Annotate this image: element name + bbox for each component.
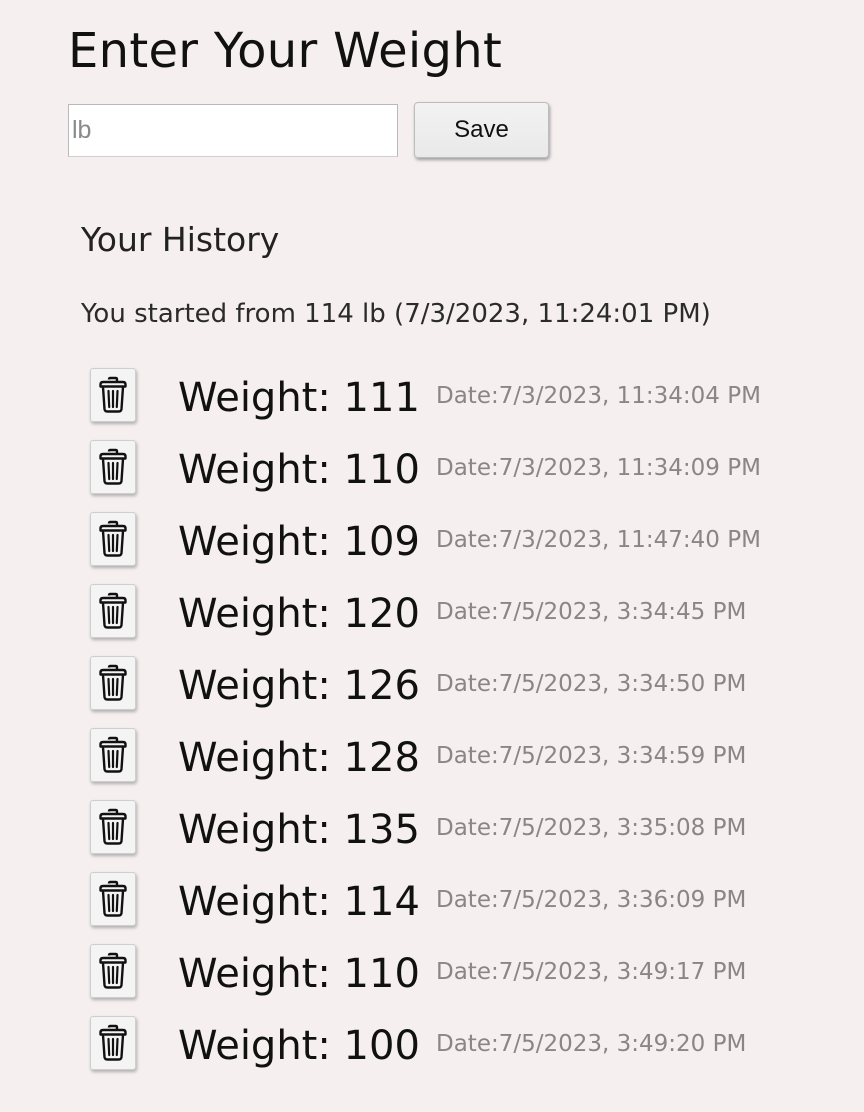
- entry-weight: Weight: 100: [178, 1023, 420, 1069]
- trash-icon: [99, 952, 127, 989]
- delete-entry-button[interactable]: [90, 1016, 136, 1070]
- delete-entry-button[interactable]: [90, 800, 136, 854]
- history-entry: Weight: 109 Date:7/3/2023, 11:47:40 PM: [90, 504, 810, 576]
- entry-weight: Weight: 110: [178, 951, 420, 997]
- history-list: Weight: 111 Date:7/3/2023, 11:34:04 PM W…: [90, 360, 810, 1080]
- entry-weight: Weight: 120: [178, 591, 420, 637]
- history-entry: Weight: 135 Date:7/5/2023, 3:35:08 PM: [90, 792, 810, 864]
- delete-entry-button[interactable]: [90, 872, 136, 926]
- history-title: Your History: [81, 220, 280, 259]
- entry-date: Date:7/5/2023, 3:34:59 PM: [436, 743, 747, 769]
- history-entry: Weight: 110 Date:7/3/2023, 11:34:09 PM: [90, 432, 810, 504]
- delete-entry-button[interactable]: [90, 944, 136, 998]
- entry-date: Date:7/5/2023, 3:49:20 PM: [436, 1031, 747, 1057]
- history-entry: Weight: 128 Date:7/5/2023, 3:34:59 PM: [90, 720, 810, 792]
- delete-entry-button[interactable]: [90, 584, 136, 638]
- save-button[interactable]: Save: [414, 102, 549, 158]
- entry-date: Date:7/5/2023, 3:34:45 PM: [436, 599, 747, 625]
- entry-weight: Weight: 128: [178, 735, 420, 781]
- trash-icon: [99, 1024, 127, 1061]
- entry-date: Date:7/3/2023, 11:34:04 PM: [436, 383, 761, 409]
- entry-date: Date:7/5/2023, 3:35:08 PM: [436, 815, 747, 841]
- history-entry: Weight: 100 Date:7/5/2023, 3:49:20 PM: [90, 1008, 810, 1080]
- trash-icon: [99, 664, 127, 701]
- trash-icon: [99, 880, 127, 917]
- entry-date: Date:7/5/2023, 3:49:17 PM: [436, 959, 747, 985]
- entry-weight: Weight: 109: [178, 519, 420, 565]
- history-entry: Weight: 114 Date:7/5/2023, 3:36:09 PM: [90, 864, 810, 936]
- delete-entry-button[interactable]: [90, 368, 136, 422]
- page-title: Enter Your Weight: [68, 23, 503, 79]
- start-weight-text: You started from 114 lb (7/3/2023, 11:24…: [81, 299, 711, 329]
- delete-entry-button[interactable]: [90, 728, 136, 782]
- entry-date: Date:7/5/2023, 3:36:09 PM: [436, 887, 747, 913]
- entry-date: Date:7/3/2023, 11:34:09 PM: [436, 455, 761, 481]
- history-entry: Weight: 126 Date:7/5/2023, 3:34:50 PM: [90, 648, 810, 720]
- entry-weight: Weight: 114: [178, 879, 420, 925]
- trash-icon: [99, 448, 127, 485]
- trash-icon: [99, 808, 127, 845]
- trash-icon: [99, 736, 127, 773]
- trash-icon: [99, 592, 127, 629]
- entry-date: Date:7/5/2023, 3:34:50 PM: [436, 671, 747, 697]
- weight-input[interactable]: [68, 104, 398, 157]
- entry-weight: Weight: 135: [178, 807, 420, 853]
- entry-weight: Weight: 126: [178, 663, 420, 709]
- history-entry: Weight: 110 Date:7/5/2023, 3:49:17 PM: [90, 936, 810, 1008]
- history-entry: Weight: 111 Date:7/3/2023, 11:34:04 PM: [90, 360, 810, 432]
- delete-entry-button[interactable]: [90, 512, 136, 566]
- trash-icon: [99, 520, 127, 557]
- delete-entry-button[interactable]: [90, 440, 136, 494]
- trash-icon: [99, 376, 127, 413]
- entry-weight: Weight: 110: [178, 447, 420, 493]
- delete-entry-button[interactable]: [90, 656, 136, 710]
- entry-date: Date:7/3/2023, 11:47:40 PM: [436, 527, 761, 553]
- history-entry: Weight: 120 Date:7/5/2023, 3:34:45 PM: [90, 576, 810, 648]
- entry-weight: Weight: 111: [178, 375, 420, 421]
